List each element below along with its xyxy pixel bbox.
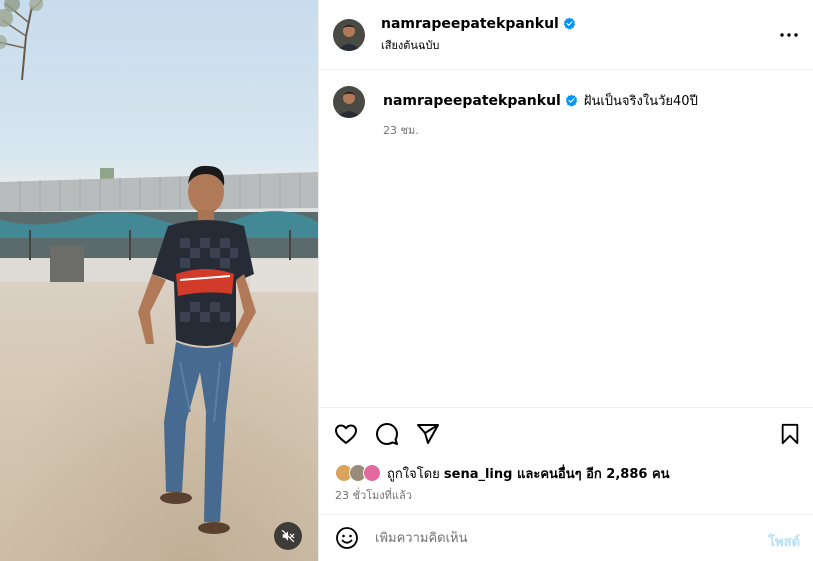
audio-label-link[interactable]: เสียงต้นฉบับ (381, 36, 576, 54)
others-likes-link[interactable]: คนอื่นๆ อีก 2,886 คน (540, 467, 669, 482)
share-button[interactable] (415, 421, 441, 447)
comment-bubble-icon (376, 423, 398, 445)
save-button[interactable] (777, 421, 803, 447)
author-avatar[interactable] (333, 18, 365, 51)
liker-avatar (363, 463, 381, 482)
mute-toggle-button[interactable] (274, 522, 302, 550)
liker-avatars[interactable] (335, 463, 385, 484)
caption-block: namrapeepatekpankul ฝันเป็นจริงในวัย40ปี… (333, 86, 801, 139)
speaker-muted-icon (281, 529, 295, 543)
caption-author-avatar[interactable] (333, 86, 365, 118)
likes-prefix: ถูกใจโดย (387, 467, 444, 482)
post-actions: ถูกใจโดย sena_ling และคนอื่นๆ อีก 2,886 … (319, 407, 813, 514)
caption-timestamp[interactable]: 23 ชม. (383, 121, 698, 139)
man-standing (138, 165, 256, 534)
paper-plane-icon (417, 424, 439, 444)
comment-input[interactable] (375, 530, 755, 546)
post-comment-button[interactable]: โพสต์ (768, 531, 800, 552)
likes-and: และ (512, 467, 541, 482)
like-button[interactable] (333, 421, 359, 447)
emoji-smile-icon (336, 527, 358, 549)
post-header: namrapeepatekpankul เสียงต้นฉบับ (319, 0, 813, 70)
liker-username-link[interactable]: sena_ling (444, 467, 513, 482)
comment-bar: โพสต์ (319, 514, 813, 561)
likes-text: ถูกใจโดย sena_ling และคนอื่นๆ อีก 2,886 … (387, 463, 670, 484)
post-video[interactable] (0, 0, 318, 561)
more-options-button[interactable] (780, 26, 798, 44)
heart-icon (335, 424, 357, 444)
bookmark-icon (781, 423, 799, 445)
comment-button[interactable] (374, 421, 400, 447)
instagram-post-view: namrapeepatekpankul เสียงต้นฉบับ namrape… (0, 0, 813, 561)
tree-branch (0, 0, 43, 80)
verified-badge-icon (565, 94, 578, 107)
author-username-link[interactable]: namrapeepatekpankul (381, 16, 559, 32)
caption-username-link[interactable]: namrapeepatekpankul (383, 93, 561, 109)
likes-summary: ถูกใจโดย sena_ling และคนอื่นๆ อีก 2,886 … (335, 463, 670, 484)
verified-badge-icon (563, 17, 576, 30)
post-date[interactable]: 23 ชั่วโมงที่แล้ว (335, 486, 412, 504)
caption-text: ฝันเป็นจริงในวัย40ปี (583, 94, 698, 109)
more-options-icon (780, 33, 798, 37)
post-details-panel: namrapeepatekpankul เสียงต้นฉบับ namrape… (318, 0, 813, 561)
emoji-button[interactable] (335, 526, 359, 550)
